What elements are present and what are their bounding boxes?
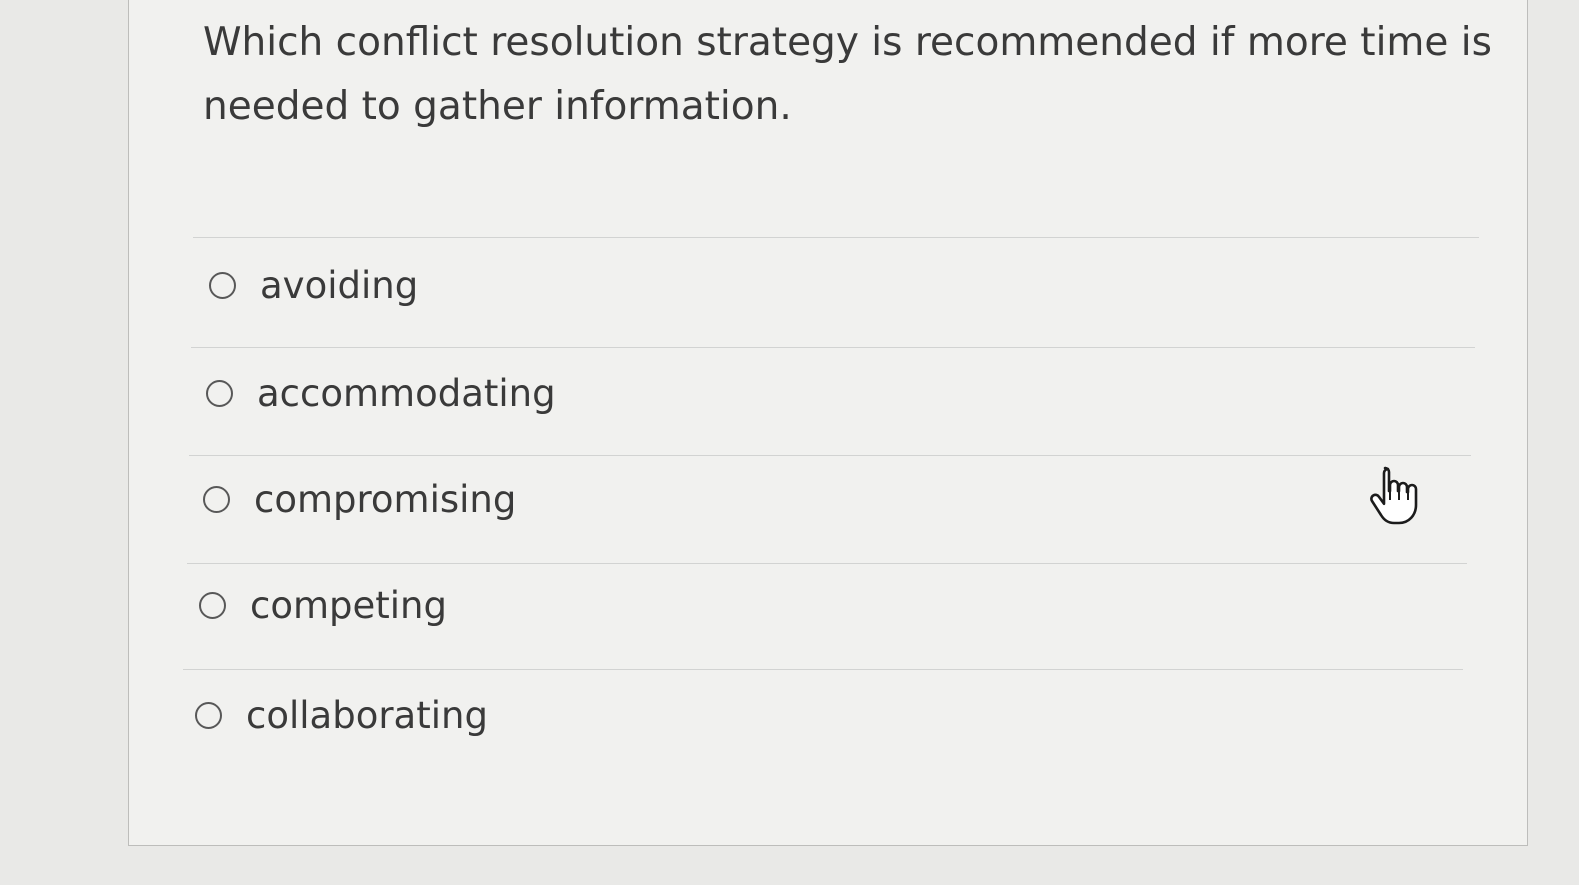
- hand-pointer-icon: [1370, 466, 1418, 525]
- answer-option-collaborating[interactable]: collaborating: [195, 685, 488, 745]
- radio-button[interactable]: [206, 379, 233, 407]
- option-label: avoiding: [260, 263, 419, 307]
- divider: [193, 237, 1479, 238]
- radio-button[interactable]: [195, 701, 222, 729]
- divider: [183, 669, 1463, 670]
- option-label: accommodating: [257, 371, 556, 415]
- question-text: Which conflict resolution strategy is re…: [203, 20, 1492, 129]
- divider: [189, 455, 1471, 456]
- answer-option-accommodating[interactable]: accommodating: [206, 363, 556, 423]
- divider: [187, 563, 1467, 564]
- answer-option-competing[interactable]: competing: [199, 575, 447, 635]
- answer-option-avoiding[interactable]: avoiding: [209, 255, 418, 315]
- question-card: Which conflict resolution strategy is re…: [128, 0, 1528, 846]
- radio-button[interactable]: [203, 485, 230, 513]
- answer-option-compromising[interactable]: compromising: [203, 469, 516, 529]
- radio-button[interactable]: [199, 591, 226, 619]
- option-label: compromising: [254, 477, 517, 521]
- divider: [191, 347, 1475, 348]
- option-label: collaborating: [246, 693, 488, 737]
- radio-button[interactable]: [209, 271, 236, 299]
- option-label: competing: [250, 583, 447, 627]
